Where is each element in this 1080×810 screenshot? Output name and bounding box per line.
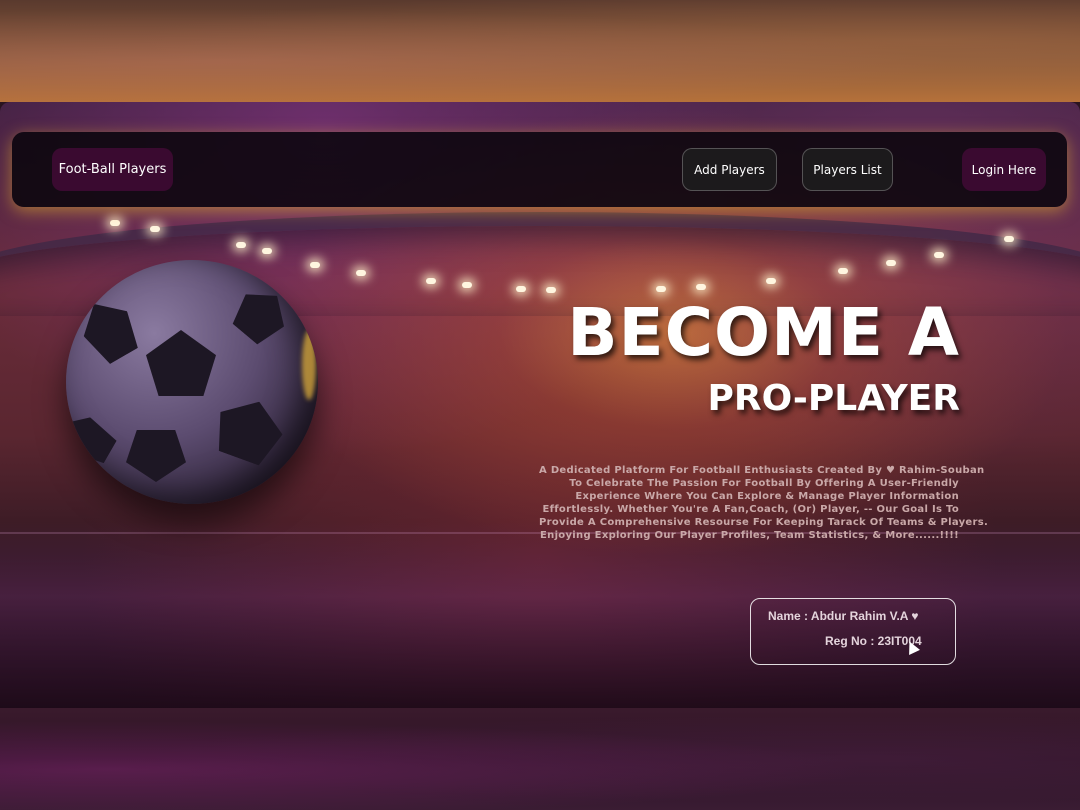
- author-name: Name : Abdur Rahim V.A ♥: [768, 609, 919, 623]
- brand-logo-button[interactable]: Foot-Ball Players: [52, 148, 173, 191]
- stadium-light: [150, 226, 160, 232]
- page: Foot-Ball Players Add Players Players Li…: [0, 0, 1080, 810]
- ball-patch: [208, 391, 291, 470]
- stadium-light: [262, 248, 272, 254]
- hero-subtitle: PRO-PLAYER: [707, 378, 960, 419]
- stadium-light: [886, 260, 896, 266]
- ball-highlight: [302, 330, 316, 400]
- description-line: To Celebrate The Passion For Football By…: [569, 478, 959, 489]
- description-line: A Dedicated Platform For Football Enthus…: [539, 465, 985, 476]
- hero-description: A Dedicated Platform For Football Enthus…: [539, 464, 989, 542]
- blurred-backdrop-top: [0, 0, 1080, 102]
- stadium-light: [236, 242, 246, 248]
- stadium-light: [426, 278, 436, 284]
- stadium-light: [110, 220, 120, 226]
- navbar: Foot-Ball Players Add Players Players Li…: [12, 132, 1067, 207]
- stadium-light: [462, 282, 472, 288]
- login-button[interactable]: Login Here: [962, 148, 1046, 191]
- players-list-button[interactable]: Players List: [802, 148, 893, 191]
- description-line: Enjoying Exploring Our Player Profiles, …: [540, 530, 959, 541]
- stadium-light: [516, 286, 526, 292]
- stadium-light: [356, 270, 366, 276]
- description-line: Provide A Comprehensive Resourse For Kee…: [539, 517, 989, 528]
- description-line: Experience Where You Can Explore & Manag…: [575, 491, 959, 502]
- stadium-light: [1004, 236, 1014, 242]
- ball-patch: [126, 430, 186, 482]
- stadium-light: [934, 252, 944, 258]
- stadium-light: [838, 268, 848, 274]
- add-players-button[interactable]: Add Players: [682, 148, 777, 191]
- blurred-backdrop-bottom: [0, 708, 1080, 810]
- stadium-light: [696, 284, 706, 290]
- hero-title: BECOME A: [567, 294, 960, 371]
- stadium-light: [656, 286, 666, 292]
- stadium-light: [310, 262, 320, 268]
- stadium-light: [766, 278, 776, 284]
- soccer-ball-icon: [66, 260, 318, 504]
- stadium-light: [546, 287, 556, 293]
- ball-patch: [146, 330, 216, 396]
- description-line: Effortlessly. Whether You're A Fan,Coach…: [542, 504, 959, 515]
